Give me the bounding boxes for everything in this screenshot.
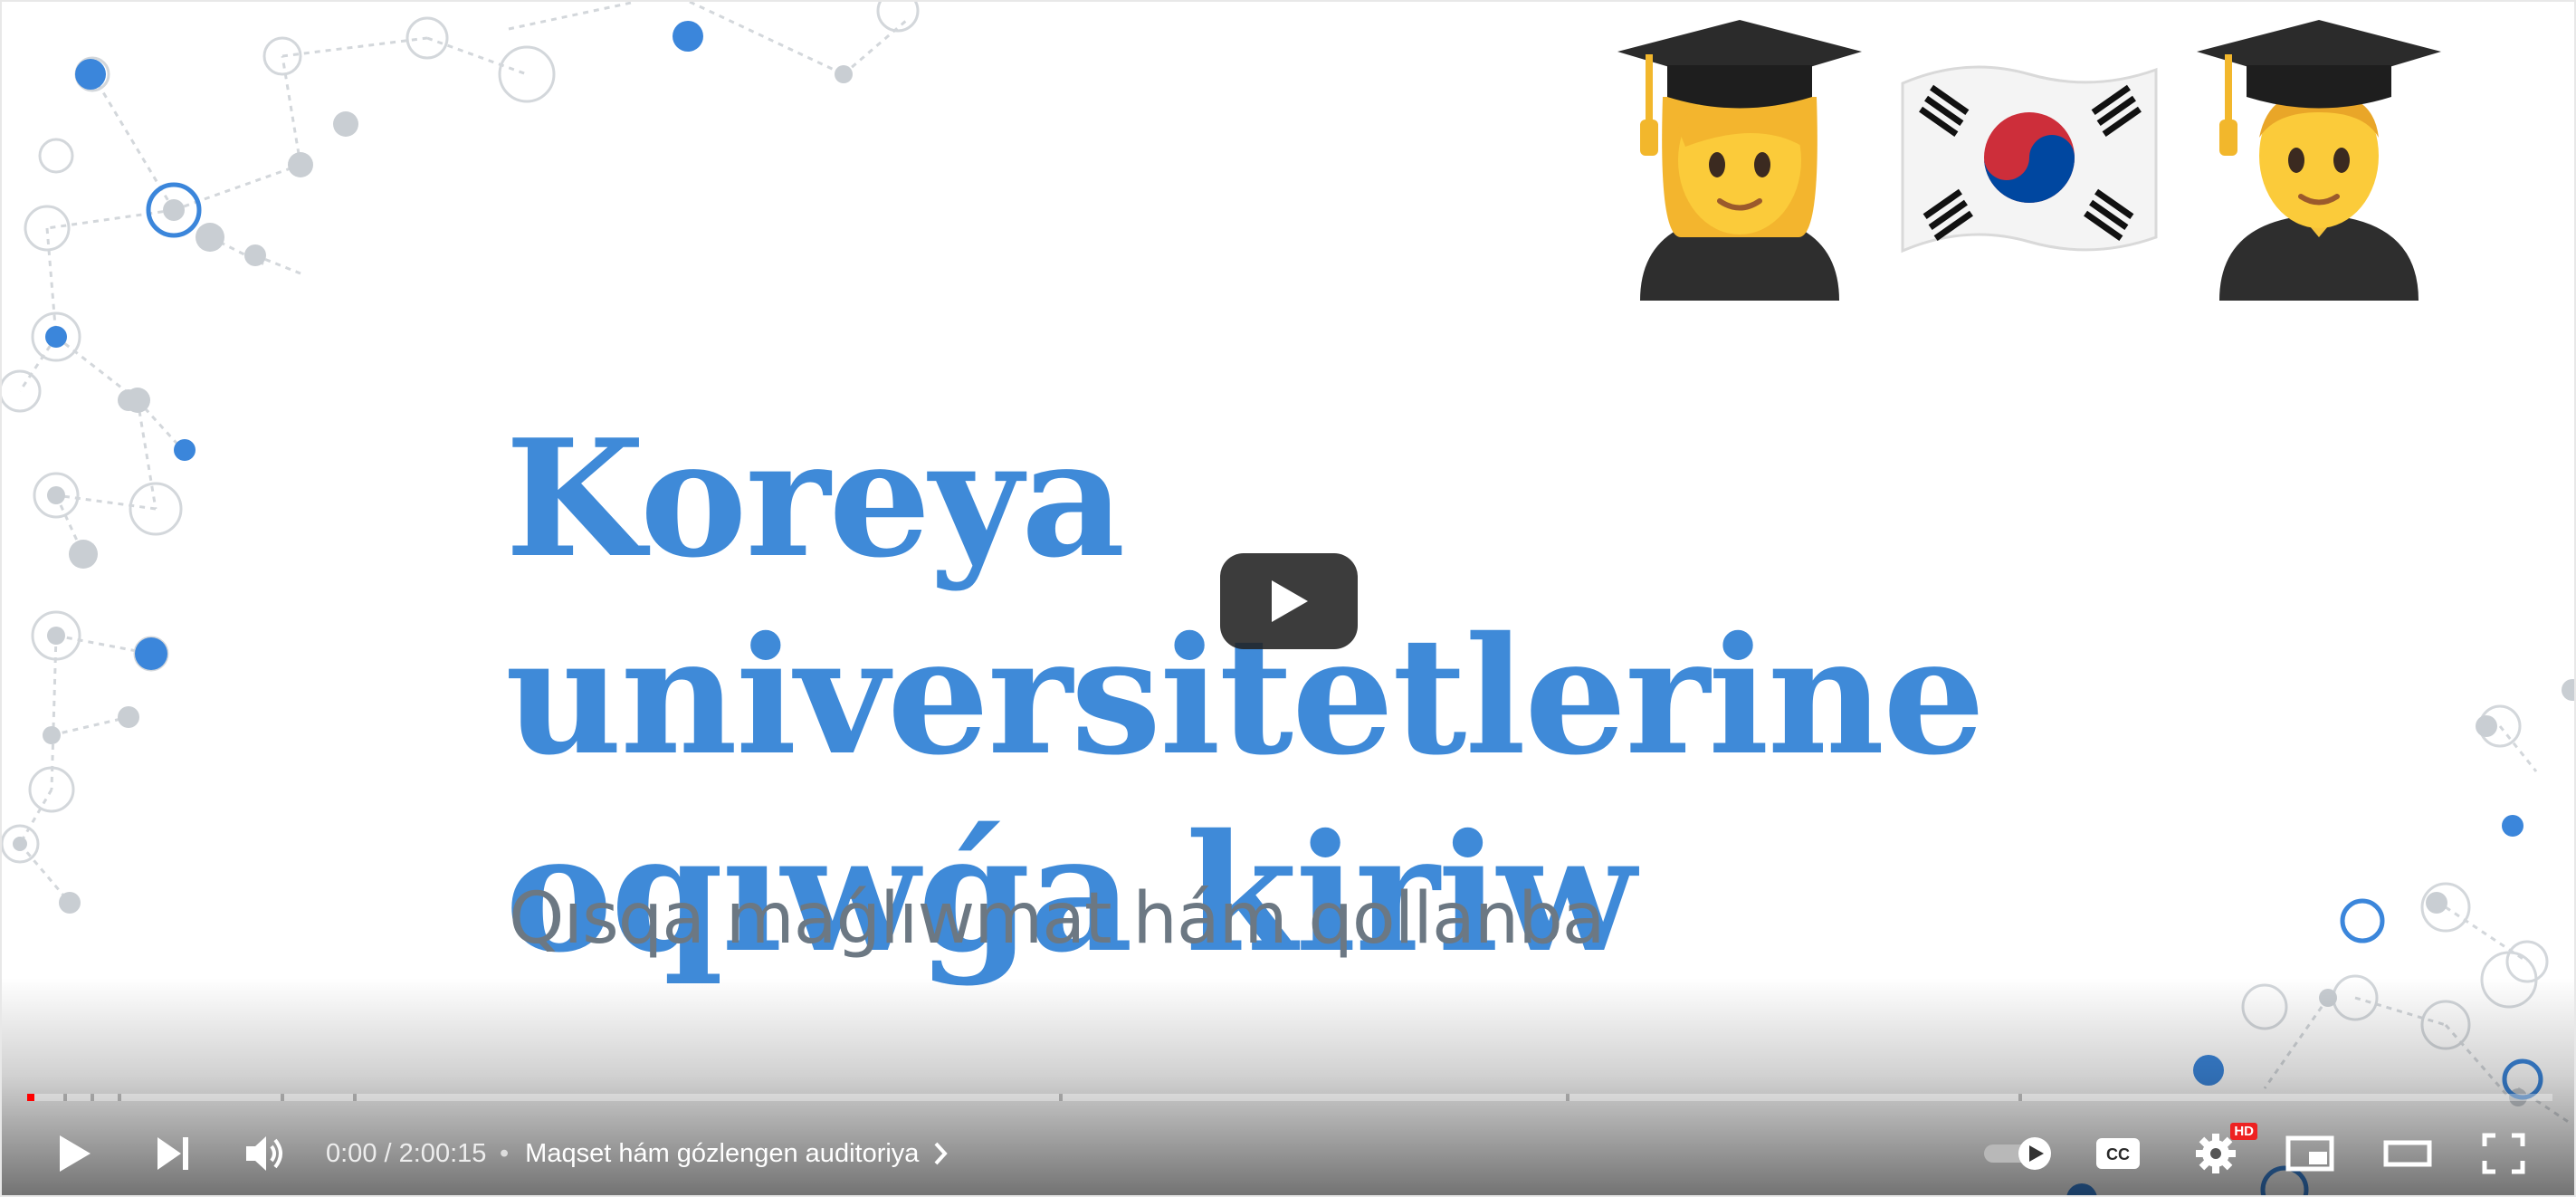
next-icon — [157, 1137, 188, 1170]
progress-bar[interactable] — [27, 1094, 2552, 1101]
settings-button[interactable]: HD — [2172, 1108, 2259, 1195]
theater-icon — [2383, 1140, 2432, 1167]
slide-subtitle: Qısqa maǵlıwmat hám qollanba — [509, 878, 1606, 960]
chapter-marker — [1059, 1094, 1063, 1101]
player-controls: 0:00 / 2:00:15 • Maqset hám gózlengen au… — [2, 1108, 2574, 1195]
time-separator: / — [377, 1138, 399, 1168]
play-icon — [1272, 580, 1308, 622]
chapter-marker — [353, 1094, 357, 1101]
chapter-marker — [1566, 1094, 1569, 1101]
captions-icon: CC — [2096, 1138, 2140, 1169]
theater-mode-button[interactable] — [2364, 1108, 2451, 1195]
miniplayer-icon — [2285, 1135, 2334, 1172]
next-button[interactable] — [129, 1108, 215, 1195]
chapter-marker — [2018, 1094, 2022, 1101]
autoplay-toggle-icon — [1984, 1137, 2051, 1170]
time-current: 0:00 — [326, 1138, 377, 1168]
hd-badge: HD — [2230, 1123, 2257, 1140]
autoplay-toggle[interactable] — [1971, 1108, 2066, 1195]
time-total: 2:00:15 — [398, 1138, 487, 1168]
big-play-button[interactable] — [1220, 553, 1358, 649]
miniplayer-button[interactable] — [2266, 1108, 2353, 1195]
captions-button[interactable]: CC — [2075, 1108, 2161, 1195]
play-button[interactable] — [31, 1108, 118, 1195]
male-graduate-icon — [2197, 20, 2441, 301]
play-icon — [60, 1135, 91, 1172]
volume-button[interactable] — [223, 1108, 310, 1195]
fullscreen-icon — [2482, 1133, 2525, 1174]
video-player[interactable]: Koreya universitetlerine oqıwǵa kiriw Qı… — [0, 0, 2576, 1197]
south-korea-flag-icon — [1901, 65, 2158, 254]
time-display: 0:00 / 2:00:15 — [326, 1108, 487, 1195]
slide-title-line-1: Koreya universitetlerine — [505, 404, 1985, 790]
chapter-marker — [281, 1094, 284, 1101]
fullscreen-button[interactable] — [2460, 1108, 2547, 1195]
chapter-title: Maqset hám gózlengen auditoriya — [525, 1138, 920, 1168]
chapter-marker — [63, 1094, 67, 1101]
chapter-marker — [118, 1094, 121, 1101]
chapter-marker — [91, 1094, 94, 1101]
emoji-row — [1613, 11, 2446, 310]
progress-played — [27, 1094, 34, 1101]
chevron-right-icon — [933, 1141, 949, 1166]
volume-icon — [246, 1136, 282, 1171]
female-graduate-icon — [1617, 20, 1862, 301]
chapter-button[interactable]: • Maqset hám gózlengen auditoriya — [500, 1108, 949, 1195]
chapter-separator: • — [500, 1138, 510, 1168]
svg-text:CC: CC — [2106, 1145, 2130, 1163]
